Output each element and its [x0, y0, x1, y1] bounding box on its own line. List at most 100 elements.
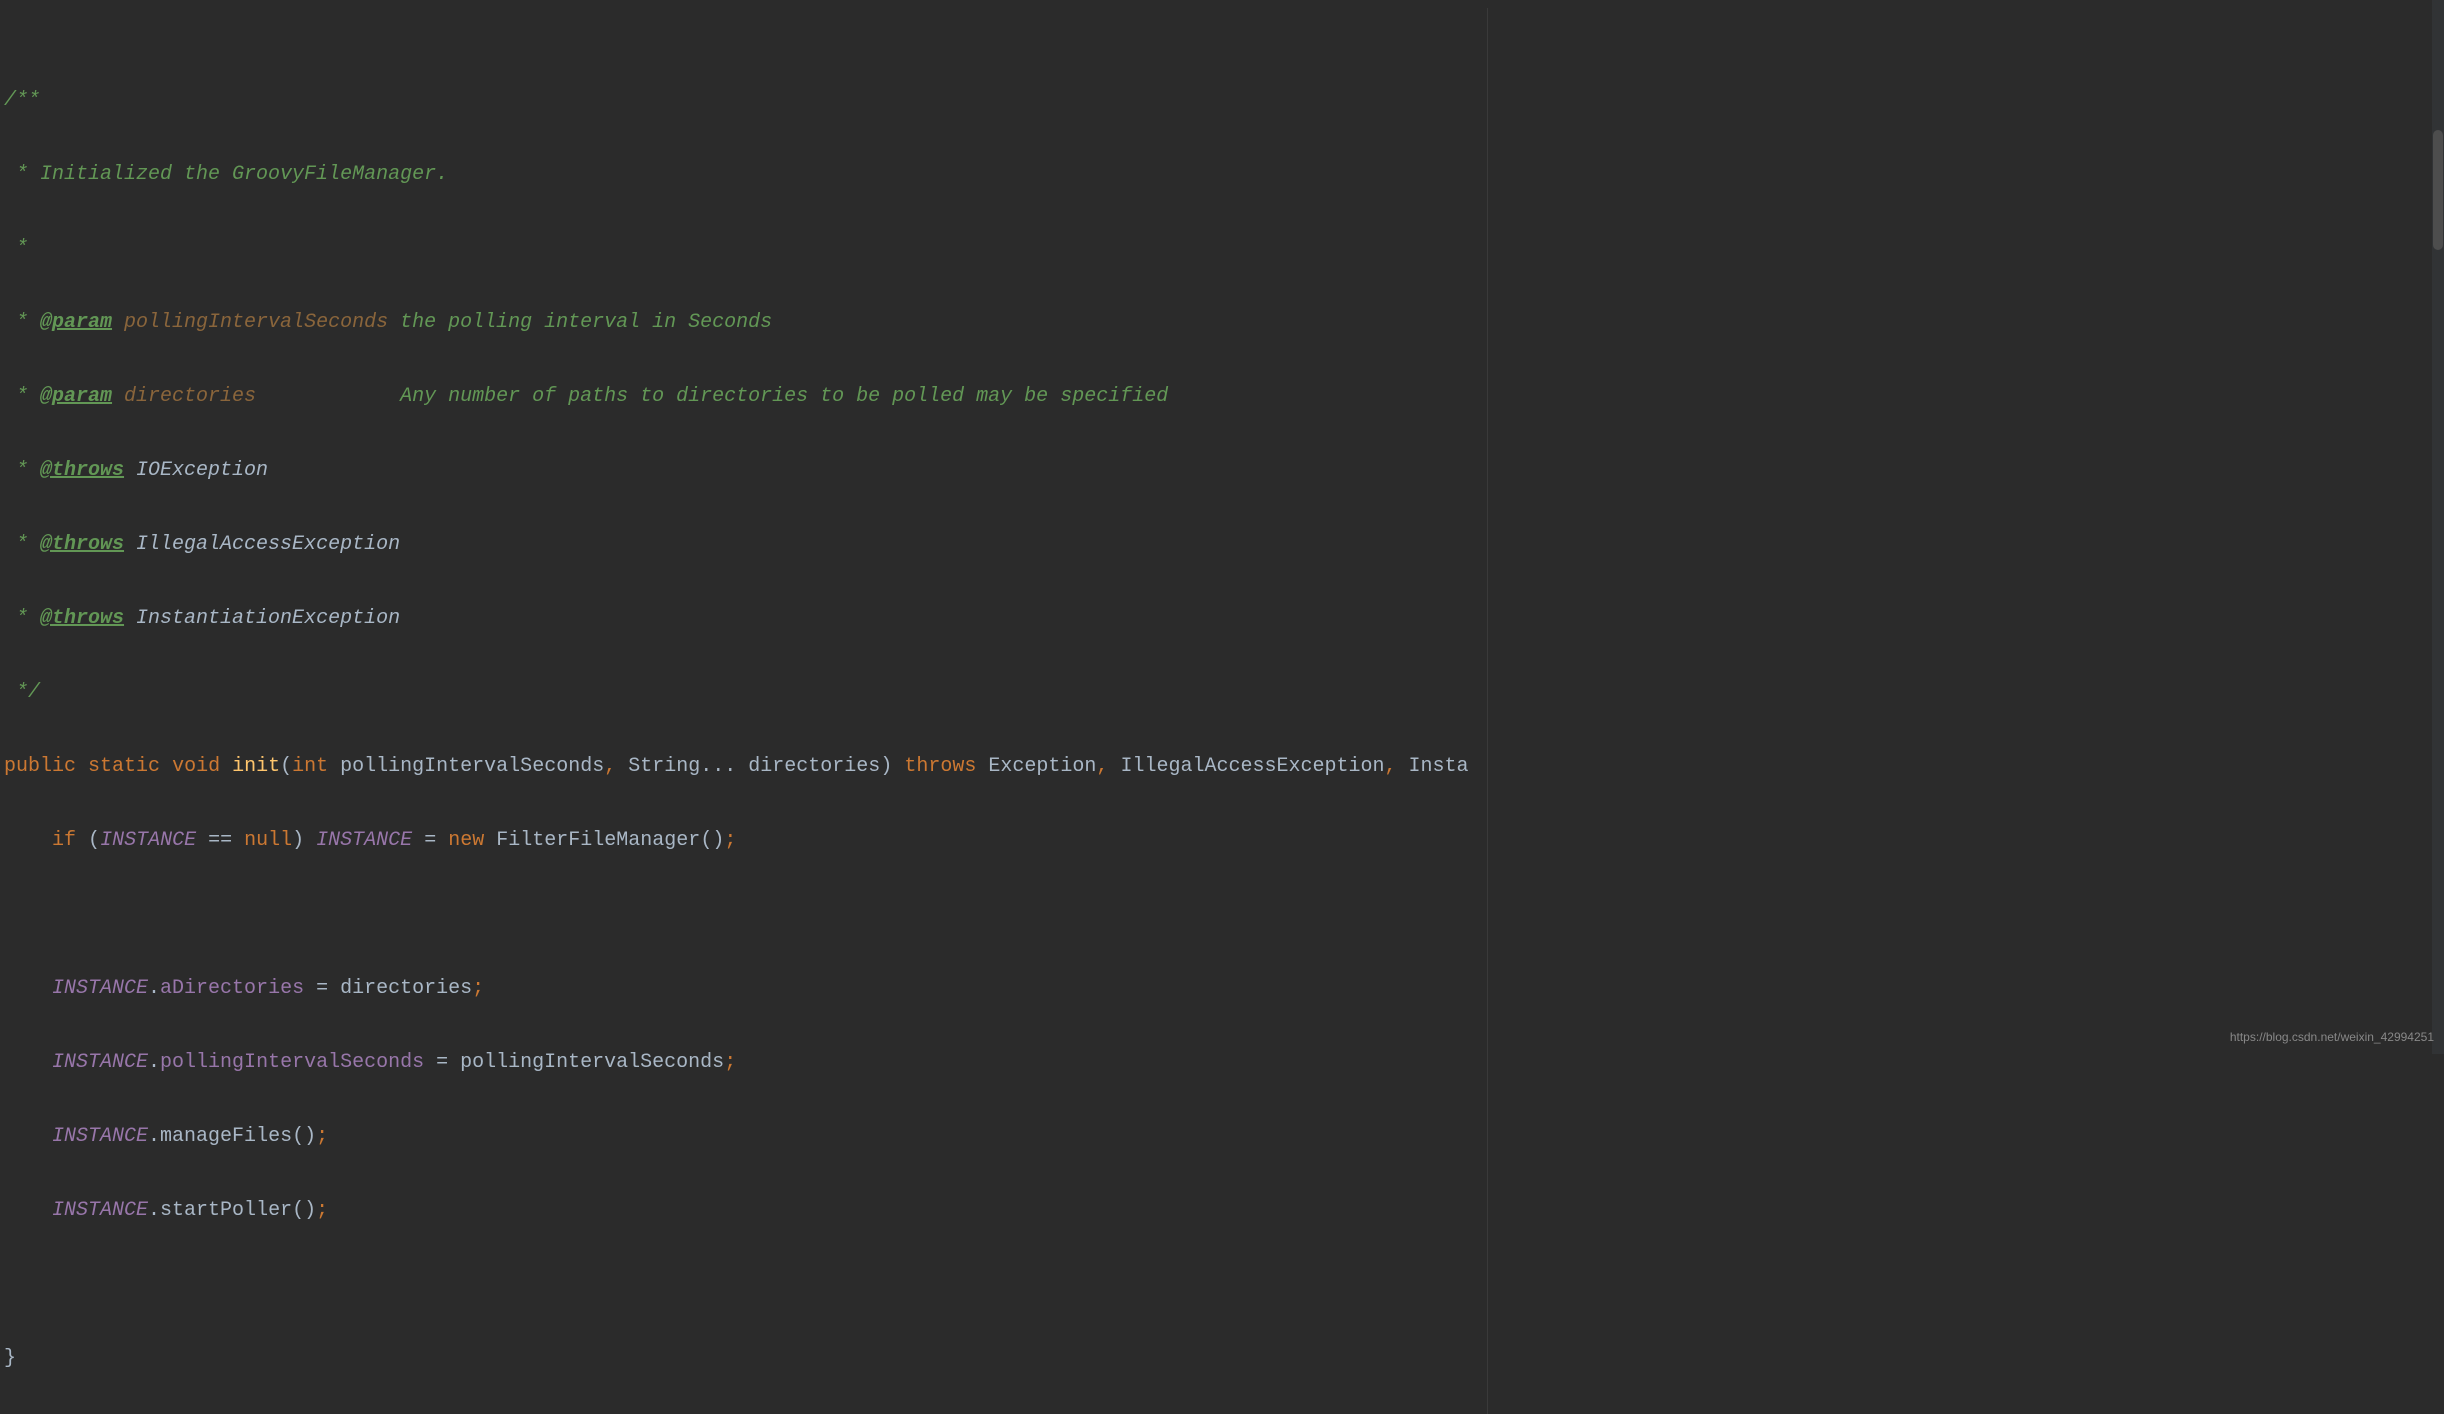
right-margin-line: [1487, 8, 1488, 1414]
param-name: pollingIntervalSeconds: [340, 755, 604, 778]
exception-type: IllegalAccessException: [1120, 755, 1384, 778]
keyword-static: static: [88, 755, 160, 778]
semicolon: ;: [316, 1125, 328, 1148]
exception-type: Exception: [988, 755, 1096, 778]
code-line: * @throws InstantiationException: [0, 600, 2444, 637]
keyword-null: null: [244, 829, 292, 852]
static-field: INSTANCE: [52, 1051, 148, 1074]
javadoc-star: *: [4, 459, 40, 482]
param-name: directories: [748, 755, 880, 778]
javadoc-throws-name: InstantiationException: [124, 607, 400, 630]
comma: ,: [1096, 755, 1108, 778]
code-line: INSTANCE.aDirectories = directories;: [0, 970, 2444, 1007]
javadoc-throws-name: IllegalAccessException: [124, 533, 400, 556]
paren-open: (: [292, 1125, 304, 1148]
code-line: * Initialized the GroovyFileManager.: [0, 156, 2444, 193]
javadoc-param-desc: the polling interval in Seconds: [388, 311, 772, 334]
static-field: INSTANCE: [52, 1199, 148, 1222]
paren-open: (: [700, 829, 712, 852]
javadoc-throws-tag: @throws: [40, 533, 124, 556]
code-line-blank: [0, 1266, 2444, 1303]
comma: ,: [1384, 755, 1396, 778]
keyword-int: int: [292, 755, 328, 778]
method-name: init: [232, 755, 280, 778]
code-editor[interactable]: /** * Initialized the GroovyFileManager.…: [0, 8, 2444, 1414]
semicolon: ;: [724, 829, 736, 852]
static-field: INSTANCE: [316, 829, 412, 852]
paren-close: ): [304, 1125, 316, 1148]
paren-open: (: [292, 1199, 304, 1222]
keyword-throws: throws: [904, 755, 976, 778]
static-field: INSTANCE: [52, 977, 148, 1000]
semicolon: ;: [724, 1051, 736, 1074]
paren-open: (: [88, 829, 100, 852]
operator-assign: =: [316, 977, 328, 1000]
javadoc-throws-tag: @throws: [40, 459, 124, 482]
javadoc-star: *: [4, 533, 40, 556]
variable-ref: pollingIntervalSeconds: [460, 1051, 724, 1074]
code-line: * @throws IllegalAccessException: [0, 526, 2444, 563]
method-call: manageFiles: [160, 1125, 292, 1148]
code-line: INSTANCE.manageFiles();: [0, 1118, 2444, 1155]
paren-open: (: [280, 755, 292, 778]
code-line: *: [0, 230, 2444, 267]
javadoc-param-name: pollingIntervalSeconds: [112, 311, 388, 334]
code-line: INSTANCE.pollingIntervalSeconds = pollin…: [0, 1044, 2444, 1081]
field-ref: aDirectories: [160, 977, 304, 1000]
javadoc-param-name: directories: [112, 385, 388, 408]
javadoc-star: *: [4, 385, 40, 408]
paren-close: ): [880, 755, 892, 778]
paren-close: ): [292, 829, 304, 852]
constructor-call: FilterFileManager: [496, 829, 700, 852]
method-call: startPoller: [160, 1199, 292, 1222]
code-line: INSTANCE.startPoller();: [0, 1192, 2444, 1229]
javadoc-description: Initialized the GroovyFileManager.: [40, 163, 448, 186]
variable-ref: directories: [340, 977, 472, 1000]
javadoc-start: /**: [4, 89, 40, 112]
dot: .: [148, 1125, 160, 1148]
keyword-new: new: [448, 829, 484, 852]
operator-eq: ==: [208, 829, 232, 852]
code-line: * @throws IOException: [0, 452, 2444, 489]
paren-close: ): [712, 829, 724, 852]
code-line: if (INSTANCE == null) INSTANCE = new Fil…: [0, 822, 2444, 859]
brace-close: }: [4, 1347, 16, 1370]
semicolon: ;: [316, 1199, 328, 1222]
javadoc-star: *: [4, 163, 40, 186]
code-line: * @param directories Any number of paths…: [0, 378, 2444, 415]
javadoc-end: */: [4, 681, 40, 704]
field-ref: pollingIntervalSeconds: [160, 1051, 424, 1074]
javadoc-param-desc: Any number of paths to directories to be…: [388, 385, 1168, 408]
vertical-scrollbar[interactable]: [2432, 0, 2444, 1054]
exception-type: Insta: [1409, 755, 1469, 778]
code-line: public static void init(int pollingInter…: [0, 748, 2444, 785]
keyword-public: public: [4, 755, 76, 778]
javadoc-star: *: [4, 237, 28, 260]
paren-close: ): [304, 1199, 316, 1222]
javadoc-star: *: [4, 311, 40, 334]
static-field: INSTANCE: [52, 1125, 148, 1148]
keyword-if: if: [52, 829, 76, 852]
code-line: /**: [0, 82, 2444, 119]
javadoc-throws-name: IOException: [124, 459, 268, 482]
javadoc-star: *: [4, 607, 40, 630]
javadoc-param-tag: @param: [40, 385, 112, 408]
semicolon: ;: [472, 977, 484, 1000]
scrollbar-thumb[interactable]: [2433, 130, 2443, 250]
varargs: ...: [700, 755, 736, 778]
dot: .: [148, 977, 160, 1000]
param-type: String: [628, 755, 700, 778]
static-field: INSTANCE: [100, 829, 196, 852]
code-line: }: [0, 1340, 2444, 1377]
code-line-blank: [0, 896, 2444, 933]
dot: .: [148, 1199, 160, 1222]
operator-assign: =: [424, 829, 436, 852]
comma: ,: [604, 755, 616, 778]
dot: .: [148, 1051, 160, 1074]
keyword-void: void: [172, 755, 220, 778]
javadoc-param-tag: @param: [40, 311, 112, 334]
operator-assign: =: [436, 1051, 448, 1074]
code-line: */: [0, 674, 2444, 711]
code-line: * @param pollingIntervalSeconds the poll…: [0, 304, 2444, 341]
javadoc-throws-tag: @throws: [40, 607, 124, 630]
